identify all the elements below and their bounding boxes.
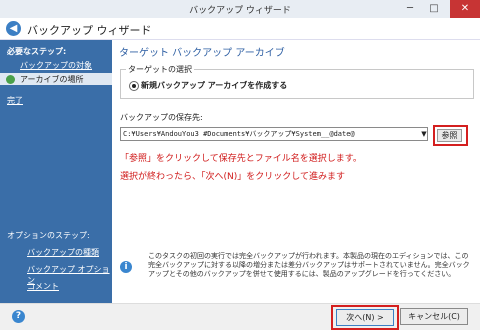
step-finish[interactable]: 完了 bbox=[7, 95, 23, 106]
step-archive-location[interactable]: アーカイブの場所 bbox=[0, 73, 112, 85]
minimize-button[interactable]: ─ bbox=[398, 0, 422, 18]
main-panel: ターゲット バックアップ アーカイブ ターゲットの選択 新規バックアップ アーカ… bbox=[112, 40, 480, 303]
save-location-label: バックアップの保存先: bbox=[120, 113, 203, 122]
new-archive-radio-label[interactable]: 新規バックアップ アーカイブを作成する bbox=[141, 80, 287, 91]
close-button[interactable]: ✕ bbox=[450, 0, 480, 18]
maximize-button[interactable]: □ bbox=[422, 0, 446, 18]
current-step-arrow-icon bbox=[6, 75, 15, 84]
next-button[interactable]: 次へ(N) > bbox=[336, 309, 394, 326]
step-comment[interactable]: コメント bbox=[27, 281, 59, 292]
backup-note: このタスクの初回の実行では完全バックアップが行われます。本製品の現在のエディショ… bbox=[148, 252, 470, 278]
target-group-legend: ターゲットの選択 bbox=[126, 64, 194, 75]
browse-highlight: 参照 bbox=[433, 125, 468, 146]
chevron-down-icon[interactable]: ▼ bbox=[420, 128, 428, 140]
target-selection-group: ターゲットの選択 新規バックアップ アーカイブを作成する bbox=[120, 64, 474, 99]
instruction-text-1: 「参照」をクリックして保存先とファイル名を選択します。 bbox=[120, 154, 362, 164]
browse-button[interactable]: 参照 bbox=[437, 129, 462, 142]
back-arrow-icon[interactable]: ◀ bbox=[6, 21, 21, 36]
new-archive-radio[interactable] bbox=[129, 81, 139, 91]
optional-steps-heading: オプションのステップ: bbox=[7, 231, 90, 240]
backup-wizard-window: バックアップ ウィザード ─ □ ✕ ◀ バックアップ ウィザード 必要なステッ… bbox=[0, 0, 480, 330]
save-path-input[interactable]: C:¥Users¥AndouYou3 #Documents¥バックアップ¥Sys… bbox=[120, 127, 428, 141]
title-bar: バックアップ ウィザード ─ □ ✕ bbox=[0, 0, 480, 19]
steps-sidebar: 必要なステップ: バックアップの対象 アーカイブの場所 完了 オプションのステッ… bbox=[0, 40, 112, 303]
step-backup-target[interactable]: バックアップの対象 bbox=[20, 60, 92, 71]
required-steps-heading: 必要なステップ: bbox=[7, 47, 67, 56]
step-archive-location-label: アーカイブの場所 bbox=[20, 75, 84, 84]
info-icon: i bbox=[120, 261, 132, 273]
step-backup-type[interactable]: バックアップの種類 bbox=[27, 247, 99, 258]
wizard-header: ◀ バックアップ ウィザード bbox=[0, 18, 480, 40]
wizard-title: バックアップ ウィザード bbox=[27, 24, 152, 37]
footer-bar: ? 次へ(N) > キャンセル(C) bbox=[0, 303, 480, 330]
instruction-text-2: 選択が終わったら、「次へ(N)」をクリックして進みます bbox=[120, 172, 345, 182]
page-title: ターゲット バックアップ アーカイブ bbox=[119, 48, 285, 59]
help-icon[interactable]: ? bbox=[12, 310, 25, 323]
cancel-button[interactable]: キャンセル(C) bbox=[400, 308, 468, 325]
next-highlight: 次へ(N) > bbox=[331, 305, 399, 330]
